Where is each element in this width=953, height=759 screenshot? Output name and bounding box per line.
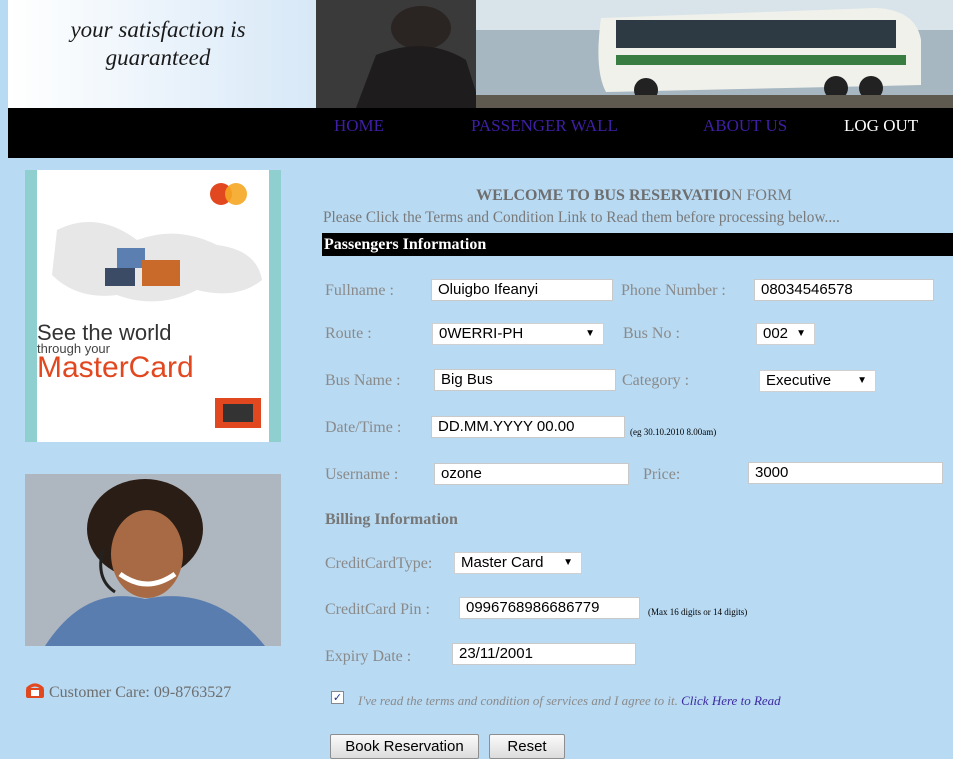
nav-log-out[interactable]: LOG OUT [844,116,918,136]
cc-type-value: Master Card [461,554,544,571]
price-label: Price: [643,466,681,483]
fullname-label: Fullname : [325,282,394,299]
category-value: Executive [766,372,832,389]
form-instructions: Please Click the Terms and Condition Lin… [323,209,840,226]
price-input[interactable]: 3000 [748,462,943,484]
username-label: Username : [325,466,399,483]
datetime-input[interactable]: DD.MM.YYYY 00.00 [431,416,625,438]
customer-care-agent-photo [25,474,281,646]
route-value: 0WERRI-PH [439,325,524,342]
bus-name-label: Bus Name : [325,372,401,389]
customer-care-info: Customer Care: 09-8763527 [25,683,231,702]
agree-terms-checkbox[interactable]: ✓ [331,691,344,704]
route-select[interactable]: 0WERRI-PH ▼ [432,323,604,345]
agree-terms-text: I've read the terms and condition of ser… [358,693,781,709]
chevron-down-icon: ▼ [857,375,867,386]
chevron-down-icon: ▼ [563,557,573,568]
nav-about-us[interactable]: ABOUT US [703,116,787,136]
expiry-label: Expiry Date : [325,648,412,665]
form-title: WELCOME TO BUS RESERVATION FORM [324,187,944,205]
reset-button[interactable]: Reset [489,734,565,759]
cc-pin-label: CreditCard Pin : [325,601,430,618]
customer-care-text: Customer Care: 09-8763527 [49,684,232,701]
agent-illustration [25,474,281,646]
datetime-hint: (eg 30.10.2010 8.00am) [630,427,717,437]
world-map-illustration [52,183,262,428]
cc-type-select[interactable]: Master Card ▼ [454,552,582,574]
form-title-bold: WELCOME TO BUS RESERVATIO [476,187,731,204]
agree-terms-label: I've read the terms and condition of ser… [358,693,678,708]
ad-brand: MasterCard [37,351,194,384]
bus-no-value: 002 [763,325,789,342]
username-input[interactable]: ozone [434,463,629,485]
category-label: Category : [622,372,690,389]
slogan-line-1: your satisfaction is [70,17,246,42]
mastercard-advert: See the world through your MasterCard [25,170,281,442]
section-title-passengers: Passengers Information [324,236,487,253]
expiry-input[interactable]: 23/11/2001 [452,643,636,665]
form-title-rest: N FORM [730,187,792,204]
terms-link[interactable]: Click Here to Read [681,693,781,708]
phone-input[interactable]: 08034546578 [754,279,934,301]
nav-passenger-wall[interactable]: PASSENGER WALL [471,116,618,136]
bus-name-input[interactable]: Big Bus [434,369,616,391]
checkbox-checked-icon: ✓ [332,691,343,704]
cc-pin-hint: (Max 16 digits or 14 digits) [648,607,748,617]
chevron-down-icon: ▼ [585,328,595,339]
book-reservation-button[interactable]: Book Reservation [330,734,479,759]
nav-home[interactable]: HOME [334,116,384,136]
bus-no-select[interactable]: 002 ▼ [756,323,815,345]
category-select[interactable]: Executive ▼ [759,370,876,392]
bus-illustration [316,0,953,108]
route-label: Route : [325,325,372,342]
datetime-label: Date/Time : [325,419,402,436]
fullname-input[interactable]: Oluigbo Ifeanyi [431,279,613,301]
bus-no-label: Bus No : [623,325,680,342]
phone-icon [25,683,45,699]
slogan-line-2: guaranteed [105,45,211,70]
main-navbar: HOME PASSENGER WALL ABOUT US LOG OUT [8,108,953,158]
slogan-text: your satisfaction is guaranteed [10,16,306,72]
billing-section-title: Billing Information [325,511,458,528]
cc-type-label: CreditCardType: [325,555,433,572]
header-bus-photo [316,0,953,108]
chevron-down-icon: ▼ [796,328,806,339]
phone-label: Phone Number : [621,282,726,299]
cc-pin-input[interactable]: 0996768986686779 [459,597,640,619]
